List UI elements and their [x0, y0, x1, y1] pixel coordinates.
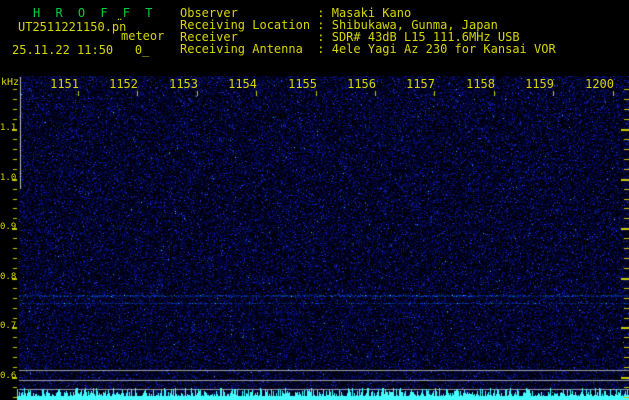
station-name: meteor [121, 29, 165, 43]
datetime-status: 25.11.22 11:50 0_ [12, 43, 150, 57]
freq-tick-label: 1.0 [0, 173, 17, 183]
hrofft-window: H R O F F T UT2511221150.pn ¨ meteor 25.… [0, 0, 629, 400]
freq-tick-label: 0.6 [0, 371, 17, 381]
time-tick-label: 1157 [406, 77, 435, 91]
time-tick-label: 1153 [169, 77, 198, 91]
time-tick-label: 1152 [109, 77, 138, 91]
output-filename: UT2511221150.pn [18, 20, 127, 34]
freq-tick-label: 0.7 [0, 321, 17, 331]
freq-tick-label: 0.8 [0, 272, 17, 282]
time-tick-label: 1155 [288, 77, 317, 91]
time-tick-label: 1158 [466, 77, 495, 91]
info-receiving-antenna: Receiving Antenna : 4ele Yagi Az 230 for… [180, 42, 556, 56]
freq-unit-label: kHz [1, 77, 20, 88]
app-title: H R O F F T [33, 6, 157, 20]
freq-tick-label: 1.1 [0, 123, 17, 133]
time-tick-label: 1159 [525, 77, 554, 91]
spectrogram-canvas [0, 76, 629, 400]
time-tick-label: 1154 [228, 77, 257, 91]
time-tick-label: 1200 [585, 77, 614, 91]
freq-tick-label: 0.9 [0, 222, 17, 232]
time-tick-label: 1151 [50, 77, 79, 91]
time-tick-label: 1156 [347, 77, 376, 91]
